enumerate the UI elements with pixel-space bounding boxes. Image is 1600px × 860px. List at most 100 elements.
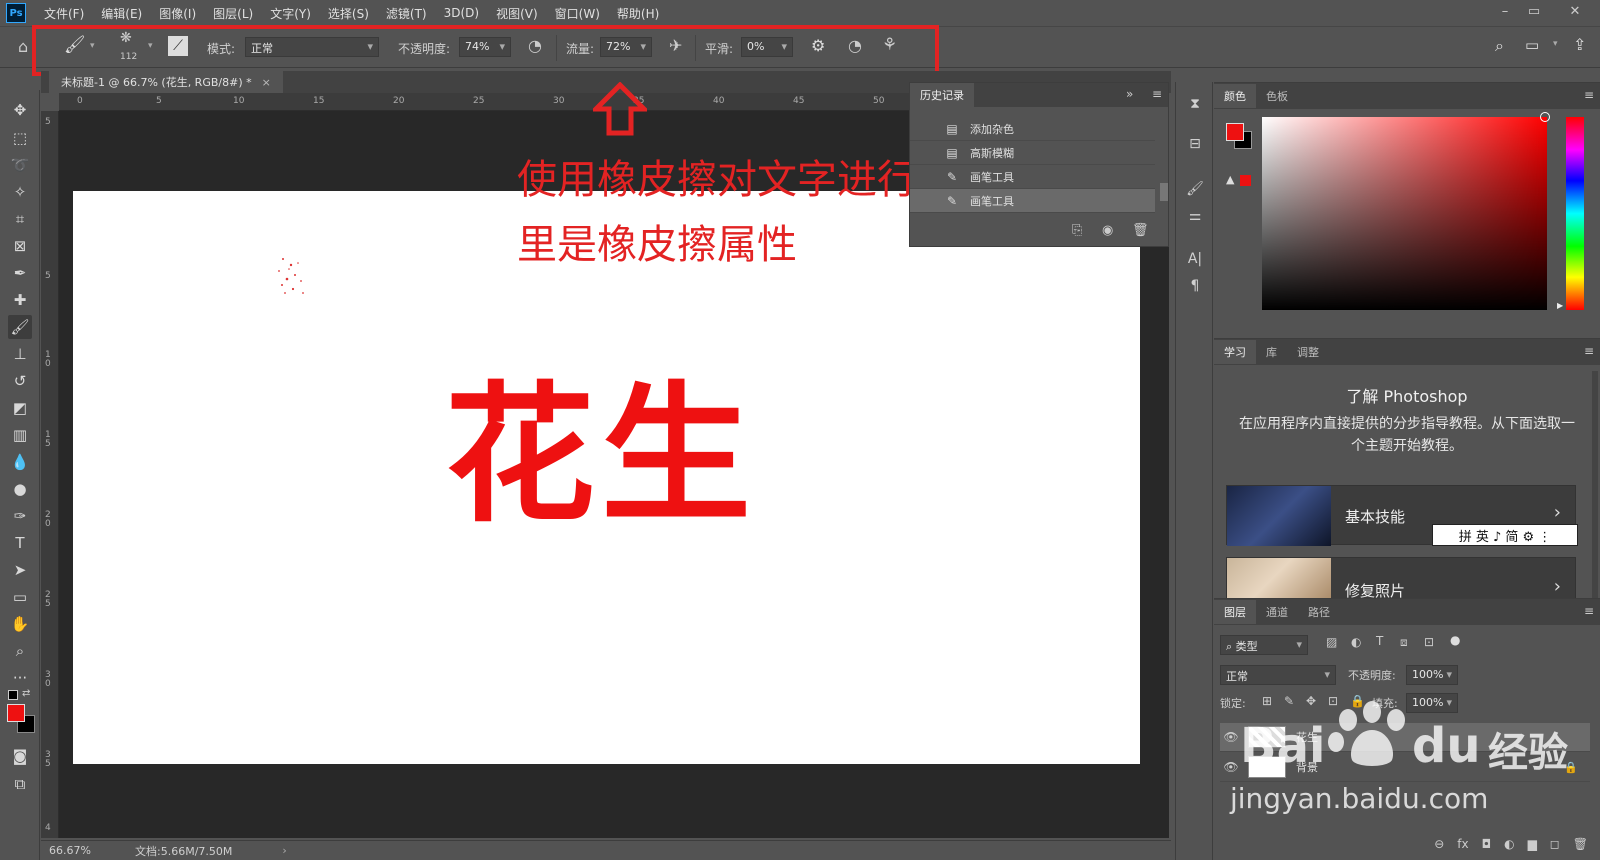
layer-opacity-field[interactable]: 100% ▾ bbox=[1406, 665, 1458, 685]
quick-mask-icon[interactable]: ◙ bbox=[8, 744, 32, 768]
properties-panel-icon[interactable]: ⊟ bbox=[1183, 132, 1207, 156]
blend-mode-select[interactable]: 正常 ▾ bbox=[1220, 665, 1336, 685]
lock-transparent-icon[interactable]: ⊞ bbox=[1262, 694, 1272, 708]
tutorial-card-fix-photos[interactable]: 修复照片 › bbox=[1226, 557, 1576, 599]
expand-icon[interactable]: » bbox=[1126, 87, 1133, 101]
menu-help[interactable]: 帮助(H) bbox=[617, 5, 659, 22]
hue-slider[interactable] bbox=[1566, 117, 1584, 310]
share-icon[interactable]: ⇪ bbox=[1573, 35, 1586, 54]
lock-position-icon[interactable]: ✥ bbox=[1306, 694, 1316, 708]
default-colors-icon[interactable] bbox=[8, 690, 18, 700]
lasso-tool-icon[interactable]: ➰ bbox=[8, 153, 32, 177]
new-document-from-state-icon[interactable]: ⎘ bbox=[1072, 223, 1082, 238]
path-selection-tool-icon[interactable]: ➤ bbox=[8, 558, 32, 582]
tab-adjustments[interactable]: 调整 bbox=[1287, 340, 1329, 364]
chevron-down-icon[interactable]: ▾ bbox=[1553, 39, 1558, 49]
menu-type[interactable]: 文字(Y) bbox=[270, 5, 311, 22]
tab-layers[interactable]: 图层 bbox=[1214, 600, 1256, 624]
gradient-tool-icon[interactable]: ▥ bbox=[8, 423, 32, 447]
menu-3d[interactable]: 3D(D) bbox=[444, 6, 479, 20]
gamut-color-swatch[interactable] bbox=[1240, 175, 1251, 186]
status-menu-arrow[interactable]: › bbox=[282, 844, 286, 857]
tab-channels[interactable]: 通道 bbox=[1256, 600, 1298, 624]
shape-layer-filter-icon[interactable]: ⧈ bbox=[1400, 635, 1408, 650]
document-canvas[interactable]: 花生 bbox=[73, 191, 1140, 764]
tab-swatches[interactable]: 色板 bbox=[1256, 84, 1298, 108]
fx-icon[interactable]: fx bbox=[1457, 837, 1468, 851]
menu-window[interactable]: 窗口(W) bbox=[555, 5, 600, 22]
trash-icon[interactable]: 🗑 bbox=[1132, 223, 1149, 238]
menu-layer[interactable]: 图层(L) bbox=[213, 5, 253, 22]
new-layer-icon[interactable]: ◻ bbox=[1550, 837, 1560, 851]
menu-filter[interactable]: 滤镜(T) bbox=[386, 5, 427, 22]
color-picker-handle[interactable] bbox=[1540, 112, 1550, 122]
foreground-color-swatch[interactable] bbox=[1226, 123, 1244, 141]
type-tool-icon[interactable]: T bbox=[8, 531, 32, 555]
swap-colors-icon[interactable]: ⇄ bbox=[22, 688, 30, 699]
dodge-tool-icon[interactable]: ● bbox=[8, 477, 32, 501]
history-brush-tool-icon[interactable]: ↺ bbox=[8, 369, 32, 393]
filter-toggle-icon[interactable]: ● bbox=[1450, 633, 1460, 647]
menu-file[interactable]: 文件(F) bbox=[44, 5, 84, 22]
minimize-button[interactable]: – bbox=[1495, 4, 1515, 19]
camera-icon[interactable]: ◉ bbox=[1102, 223, 1113, 238]
menu-image[interactable]: 图像(I) bbox=[159, 5, 196, 22]
menu-select[interactable]: 选择(S) bbox=[328, 5, 369, 22]
history-item[interactable]: ▤ 添加杂色 bbox=[910, 117, 1155, 141]
tab-color[interactable]: 颜色 bbox=[1214, 84, 1256, 108]
tab-learn[interactable]: 学习 bbox=[1214, 340, 1256, 364]
paragraph-panel-icon[interactable]: ¶ bbox=[1183, 274, 1207, 298]
trash-icon[interactable]: 🗑 bbox=[1573, 837, 1588, 851]
history-item[interactable]: ✎ 画笔工具 bbox=[910, 189, 1155, 213]
add-mask-icon[interactable]: ◘ bbox=[1482, 837, 1492, 851]
eye-icon[interactable]: 👁 bbox=[1220, 730, 1242, 744]
close-button[interactable]: ✕ bbox=[1565, 4, 1585, 19]
history-panel-icon[interactable]: ⧗ bbox=[1183, 92, 1207, 116]
eye-icon[interactable]: 👁 bbox=[1220, 760, 1242, 774]
panel-menu-icon[interactable]: ≡ bbox=[1152, 87, 1162, 101]
brush-tool-icon[interactable]: 🖌 bbox=[8, 315, 32, 339]
magic-wand-tool-icon[interactable]: ✧ bbox=[8, 180, 32, 204]
hue-slider-handle[interactable]: ▶ bbox=[1557, 301, 1563, 310]
marquee-tool-icon[interactable]: ⬚ bbox=[8, 126, 32, 150]
menu-view[interactable]: 视图(V) bbox=[496, 5, 538, 22]
new-group-icon[interactable]: ▆ bbox=[1528, 837, 1537, 851]
zoom-tool-icon[interactable]: ⌕ bbox=[8, 639, 32, 663]
home-icon[interactable]: ⌂ bbox=[18, 37, 28, 56]
workspace-icon[interactable]: ▭ bbox=[1525, 36, 1539, 54]
ime-toolbar[interactable]: 拼 英 ♪ 简 ⚙ ⋮ bbox=[1432, 524, 1578, 546]
color-field[interactable] bbox=[1262, 117, 1547, 310]
character-panel-icon[interactable]: A| bbox=[1183, 247, 1207, 271]
history-item[interactable]: ✎ 画笔工具 bbox=[910, 165, 1155, 189]
move-tool-icon[interactable]: ✥ bbox=[8, 98, 32, 122]
adjustments-panel-icon[interactable]: ⚌ bbox=[1183, 204, 1207, 228]
restore-button[interactable]: ▭ bbox=[1524, 4, 1544, 19]
close-icon[interactable]: × bbox=[262, 76, 271, 89]
crop-tool-icon[interactable]: ⌗ bbox=[8, 207, 32, 231]
tab-libraries[interactable]: 库 bbox=[1256, 340, 1287, 364]
foreground-color-swatch[interactable] bbox=[7, 704, 25, 722]
healing-brush-tool-icon[interactable]: ✚ bbox=[8, 288, 32, 312]
brush-settings-panel-icon[interactable]: 🖌 bbox=[1183, 177, 1207, 201]
layer-filter-select[interactable]: ⌕ 类型 ▾ bbox=[1220, 635, 1308, 655]
gamut-warning-icon[interactable]: ▲ bbox=[1226, 173, 1234, 186]
panel-menu-icon[interactable]: ≡ bbox=[1584, 344, 1594, 358]
menu-edit[interactable]: 编辑(E) bbox=[101, 5, 142, 22]
pixel-layer-filter-icon[interactable]: ▨ bbox=[1326, 635, 1337, 649]
type-layer-filter-icon[interactable]: T bbox=[1376, 634, 1383, 648]
blur-tool-icon[interactable]: 💧 bbox=[8, 450, 32, 474]
link-layers-icon[interactable]: ⊖ bbox=[1434, 837, 1444, 851]
new-adjustment-layer-icon[interactable]: ◐ bbox=[1504, 837, 1514, 851]
tab-history[interactable]: 历史记录 bbox=[910, 83, 974, 107]
panel-menu-icon[interactable]: ≡ bbox=[1584, 604, 1594, 618]
search-icon[interactable]: ⌕ bbox=[1495, 36, 1504, 56]
panel-menu-icon[interactable]: ≡ bbox=[1584, 88, 1594, 102]
history-item[interactable]: ▤ 高斯模糊 bbox=[910, 141, 1155, 165]
lock-image-icon[interactable]: ✎ bbox=[1284, 694, 1294, 708]
hand-tool-icon[interactable]: ✋ bbox=[8, 612, 32, 636]
eraser-tool-icon[interactable]: ◩ bbox=[8, 396, 32, 420]
pen-tool-icon[interactable]: ✑ bbox=[8, 504, 32, 528]
scrollbar[interactable] bbox=[1592, 371, 1598, 601]
eyedropper-tool-icon[interactable]: ✒ bbox=[8, 261, 32, 285]
smart-object-filter-icon[interactable]: ⊡ bbox=[1424, 635, 1434, 649]
